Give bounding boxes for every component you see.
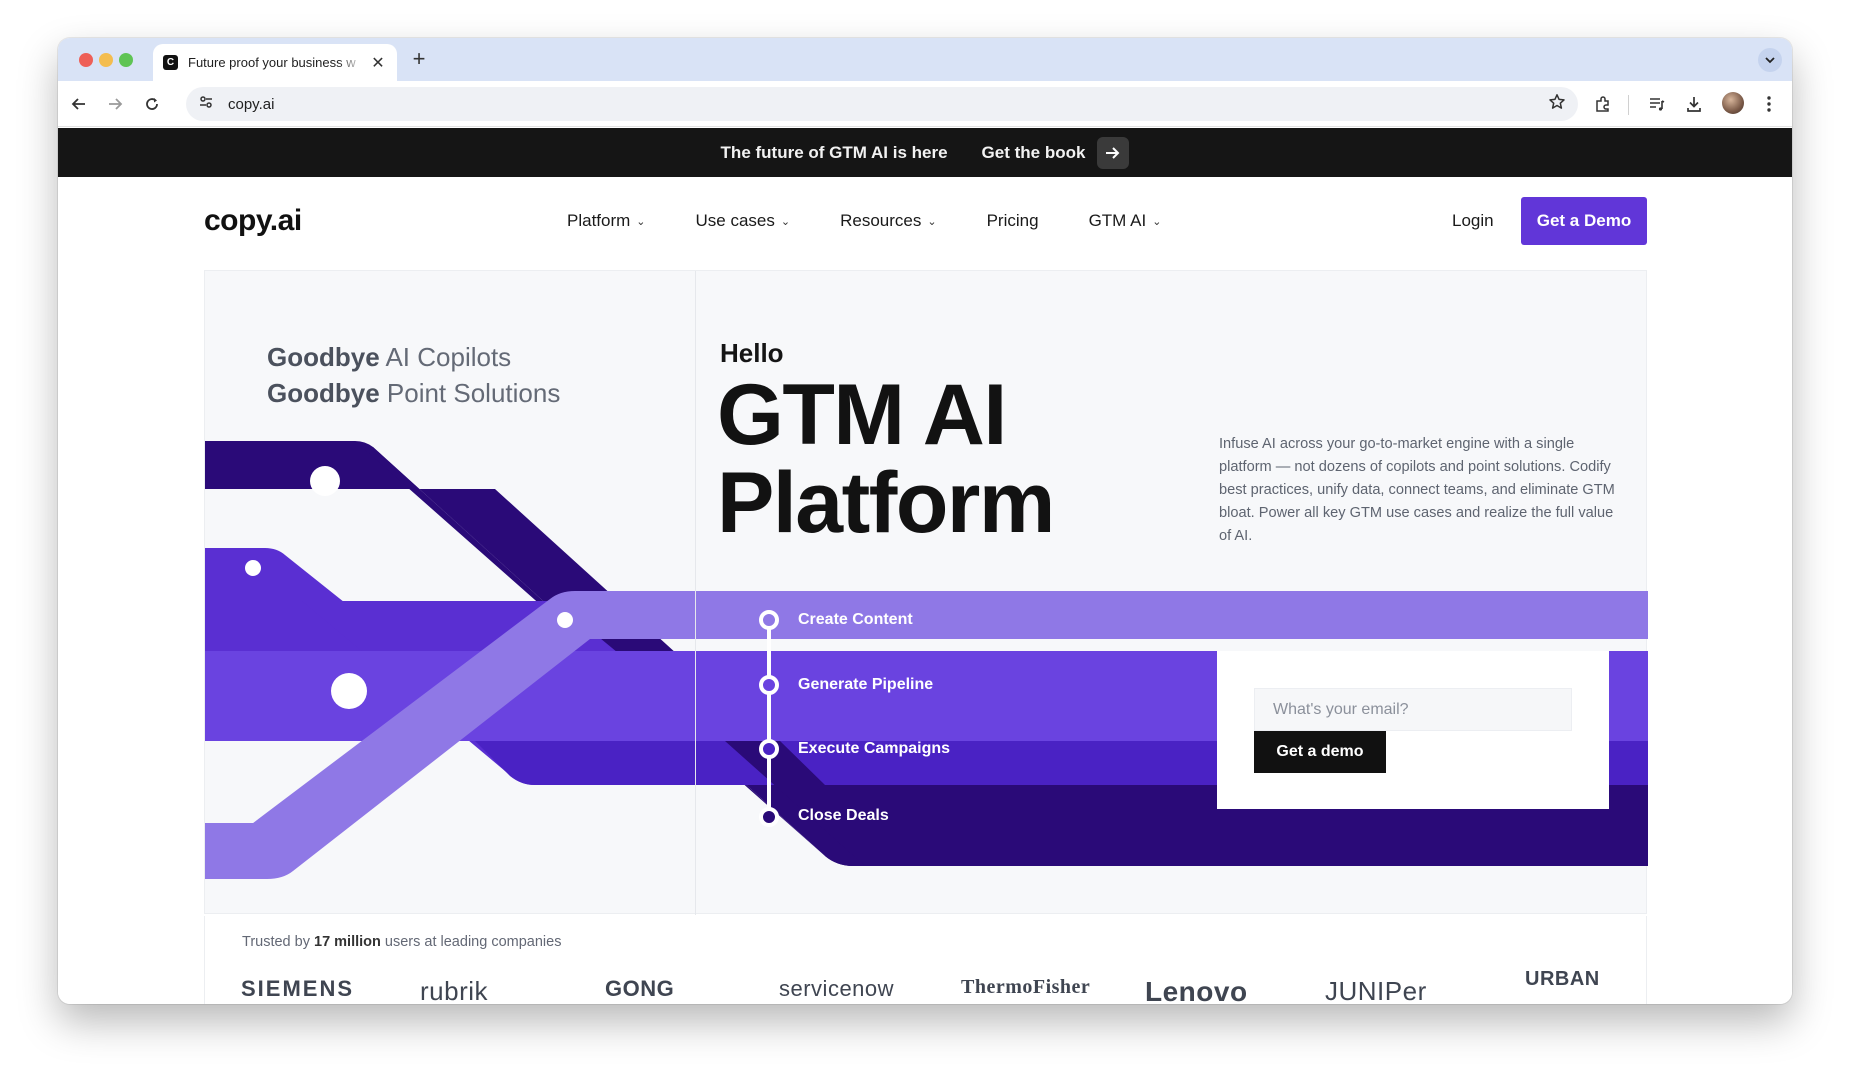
- goodbye-bold: Goodbye: [267, 342, 380, 372]
- address-bar[interactable]: copy.ai: [186, 87, 1578, 121]
- profile-avatar[interactable]: [1722, 92, 1744, 114]
- hero-headline: GTM AI Platform: [717, 367, 1055, 551]
- graphic-dot: [310, 466, 340, 496]
- nav-label: GTM AI: [1088, 211, 1147, 230]
- browser-window: C Future proof your business w ✕ + copy.…: [58, 38, 1792, 1004]
- step-generate-pipeline: Generate Pipeline: [798, 676, 934, 693]
- email-input[interactable]: [1254, 688, 1572, 731]
- bookmark-star-icon[interactable]: [1548, 93, 1566, 116]
- maximize-window-button[interactable]: [119, 53, 133, 67]
- hero-divider: [695, 271, 696, 915]
- timeline-node: [759, 675, 779, 695]
- nav-label: Platform: [567, 211, 631, 230]
- arrow-right-icon: [1097, 136, 1130, 169]
- headline-line-1: GTM AI: [717, 367, 1007, 463]
- site-header: copy.ai Platform ⌄ Use cases ⌄ Resources ⌄ …: [58, 177, 1792, 267]
- juniper-logo: JUNIPer: [1325, 976, 1427, 1004]
- demo-form: Get a demo: [1217, 651, 1609, 809]
- site-info-icon[interactable]: [198, 94, 214, 115]
- step-create-content: Create Content: [798, 611, 913, 628]
- extensions-icon[interactable]: [1592, 93, 1614, 115]
- reload-icon[interactable]: [141, 93, 163, 115]
- step-close-deals: Close Deals: [798, 807, 889, 824]
- minimize-window-button[interactable]: [99, 53, 113, 67]
- urban-logo: URBAN: [1525, 968, 1600, 990]
- main-nav: Platform ⌄ Use cases ⌄ Resources ⌄ Pricing …: [567, 211, 1211, 231]
- webpage: The future of GTM AI is here Get the boo…: [58, 128, 1792, 1004]
- goodbye-copilots: AI Copilots: [379, 342, 512, 372]
- nav-platform[interactable]: Platform ⌄: [567, 211, 646, 231]
- thermofisher-logo: ThermoFisher: [961, 976, 1091, 998]
- nav-pricing[interactable]: Pricing: [987, 211, 1039, 231]
- nav-resources[interactable]: Resources ⌄: [840, 211, 936, 231]
- trusted-prefix: Trusted by: [242, 934, 314, 950]
- goodbye-bold: Goodbye: [267, 378, 380, 408]
- nav-use-cases[interactable]: Use cases ⌄: [696, 211, 791, 231]
- login-link[interactable]: Login: [1452, 211, 1494, 231]
- more-options-icon[interactable]: [1758, 93, 1780, 115]
- timeline-node: [759, 739, 779, 759]
- announcement-text: The future of GTM AI is here: [720, 142, 948, 162]
- nav-gtm-ai[interactable]: GTM AI ⌄: [1089, 211, 1162, 231]
- chevron-down-icon: ⌄: [1152, 215, 1162, 228]
- chevron-down-icon: ⌄: [780, 215, 791, 228]
- servicenow-logo: servicenow: [779, 976, 895, 1001]
- close-window-button[interactable]: [79, 53, 93, 67]
- lenovo-logo: Lenovo: [1145, 976, 1248, 1004]
- favicon-icon: C: [163, 55, 178, 70]
- nav-label: Pricing: [986, 211, 1039, 230]
- tab-strip: C Future proof your business w ✕ +: [58, 38, 1792, 81]
- chevron-down-icon: ⌄: [636, 215, 646, 228]
- timeline-node: [759, 610, 779, 630]
- get-a-demo-button[interactable]: Get a Demo: [1521, 197, 1647, 245]
- trusted-by-text: Trusted by 17 million users at leading c…: [242, 934, 561, 950]
- nav-label: Use cases: [695, 211, 775, 230]
- siemens-logo: SIEMENS: [241, 976, 355, 1001]
- back-arrow-icon[interactable]: [68, 93, 90, 115]
- graphic-dot: [557, 612, 573, 628]
- hero-section: Goodbye AI Copilots Goodbye Point Soluti…: [204, 270, 1648, 915]
- forward-arrow-icon[interactable]: [104, 93, 126, 115]
- media-controls-icon[interactable]: [1646, 93, 1668, 115]
- step-execute-campaigns: Execute Campaigns: [798, 740, 951, 757]
- new-tab-icon[interactable]: +: [406, 46, 432, 72]
- copyai-logo[interactable]: copy.ai: [204, 204, 302, 238]
- get-the-book-link[interactable]: Get the book: [981, 136, 1130, 169]
- nav-label: Resources: [840, 211, 922, 230]
- hero-kicker: Hello: [720, 338, 784, 368]
- download-icon[interactable]: [1683, 93, 1705, 115]
- customer-logos: SIEMENS rubrik GONG servicenow ThermoFis…: [205, 968, 1646, 1004]
- trusted-by-section: Trusted by 17 million users at leading c…: [204, 916, 1647, 1004]
- graphic-dot: [331, 673, 367, 709]
- announcement-bar: The future of GTM AI is here Get the boo…: [58, 128, 1792, 177]
- chevron-down-icon: ⌄: [927, 215, 937, 228]
- tab-close-icon[interactable]: ✕: [369, 53, 387, 73]
- toolbar-separator: [1628, 95, 1629, 115]
- goodbye-point-solutions: Point Solutions: [379, 378, 561, 408]
- get-a-demo-submit-button[interactable]: Get a demo: [1254, 731, 1386, 773]
- browser-toolbar: copy.ai: [58, 81, 1792, 127]
- trusted-count: 17 million: [314, 934, 381, 950]
- browser-tab-active[interactable]: C Future proof your business w ✕: [153, 44, 397, 81]
- tab-title: Future proof your business w: [188, 55, 356, 70]
- url-text: copy.ai: [228, 95, 275, 113]
- trusted-suffix: users at leading companies: [380, 934, 562, 950]
- graphic-dot: [245, 560, 261, 576]
- rubrik-logo: rubrik: [420, 976, 489, 1004]
- headline-line-2: Platform: [717, 455, 1055, 551]
- tab-search-icon[interactable]: [1758, 48, 1782, 72]
- timeline-node: [759, 807, 779, 827]
- gong-logo: GONG: [605, 976, 675, 1001]
- announcement-cta-label: Get the book: [981, 142, 1086, 162]
- hero-description: Infuse AI across your go-to-market engin…: [1219, 436, 1615, 544]
- goodbye-tagline: Goodbye AI Copilots Goodbye Point Soluti…: [267, 339, 560, 411]
